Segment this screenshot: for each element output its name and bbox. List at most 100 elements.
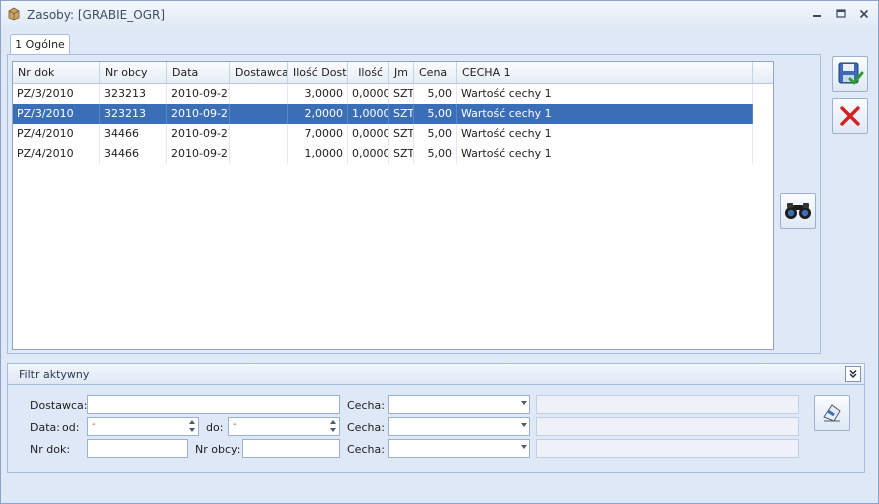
col-nr-dok[interactable]: Nr dok (13, 62, 100, 84)
title-bar[interactable]: Zasoby: [GRABIE_OGR] (1, 1, 878, 29)
chevron-down-icon (521, 401, 527, 405)
date-from-input[interactable]: - (87, 417, 199, 436)
cell-data: 2010-09-27 (167, 144, 230, 164)
cecha-label-1: Cecha: (347, 399, 385, 412)
cell-cena: 5,00 (414, 104, 457, 124)
nr-obcy-input[interactable] (242, 439, 340, 458)
cecha-select-1[interactable] (388, 395, 530, 414)
cell-nr-obcy: 323213 (100, 84, 167, 104)
chevron-down-icon (521, 423, 527, 427)
filter-title: Filtr aktywny (19, 368, 90, 381)
cell-nr-dok: PZ/3/2010 (13, 104, 100, 124)
cell-dostawca (230, 144, 288, 164)
close-button[interactable] (854, 5, 874, 23)
cell-ilosc: 0,0000 (348, 84, 389, 104)
col-jm[interactable]: Jm (389, 62, 414, 84)
nr-dok-label: Nr dok: (30, 443, 71, 456)
nr-dok-input[interactable] (87, 439, 188, 458)
tab-label: 1 Ogólne (15, 38, 65, 51)
minimize-button[interactable] (807, 5, 827, 23)
col-cena[interactable]: Cena (414, 62, 457, 84)
dostawca-label: Dostawca: (30, 399, 88, 412)
cell-jm: SZT (389, 104, 414, 124)
cell-nr-obcy: 323213 (100, 104, 167, 124)
table-row[interactable]: PZ/4/2010 34466 2010-09-27 1,0000 0,0000… (13, 144, 753, 164)
cell-cena: 5,00 (414, 144, 457, 164)
cell-ilosc-dost: 2,0000 (288, 104, 348, 124)
filter-panel: Dostawca: Data: od: - do: - Nr dok: Nr o… (7, 385, 865, 473)
cecha-select-3[interactable] (388, 439, 530, 458)
cell-data: 2010-09-27 (167, 124, 230, 144)
search-button[interactable] (780, 193, 816, 229)
filter-header[interactable]: Filtr aktywny (7, 363, 865, 385)
cell-cecha-1: Wartość cechy 1 (457, 124, 753, 144)
maximize-button[interactable] (831, 5, 851, 23)
cell-nr-dok: PZ/3/2010 (13, 84, 100, 104)
cell-nr-obcy: 34466 (100, 144, 167, 164)
date-to-spinner[interactable] (329, 419, 338, 434)
cecha-value-field-3 (536, 439, 799, 458)
date-to-input[interactable]: - (228, 417, 340, 436)
cell-jm: SZT (389, 124, 414, 144)
minimize-icon (813, 15, 821, 17)
cell-dostawca (230, 84, 288, 104)
do-label: do: (206, 421, 224, 434)
table-row[interactable]: PZ/3/2010 323213 2010-09-27 3,0000 0,000… (13, 84, 753, 104)
date-to-value: - (233, 419, 237, 430)
table-row[interactable]: PZ/4/2010 34466 2010-09-27 7,0000 0,0000… (13, 124, 753, 144)
cell-data: 2010-09-27 (167, 104, 230, 124)
clear-filter-button[interactable] (814, 395, 850, 431)
cell-cena: 5,00 (414, 84, 457, 104)
cell-dostawca (230, 104, 288, 124)
cell-dostawca (230, 124, 288, 144)
tab-ogolne[interactable]: 1 Ogólne (10, 34, 70, 55)
save-icon (838, 62, 864, 85)
cell-nr-dok: PZ/4/2010 (13, 124, 100, 144)
cell-ilosc: 1,0000 (348, 104, 389, 124)
binoculars-icon (785, 203, 811, 219)
cell-cena: 5,00 (414, 124, 457, 144)
col-cecha-1[interactable]: CECHA 1 (457, 62, 753, 84)
col-dostawca[interactable]: Dostawca (230, 62, 288, 84)
cell-ilosc: 0,0000 (348, 124, 389, 144)
cell-ilosc-dost: 7,0000 (288, 124, 348, 144)
eraser-icon (823, 404, 841, 422)
chevron-down-icon (521, 445, 527, 449)
window-title: Zasoby: [GRABIE_OGR] (27, 8, 166, 22)
cell-ilosc-dost: 3,0000 (288, 84, 348, 104)
col-ilosc[interactable]: Ilość (348, 62, 389, 84)
col-ilosc-dost[interactable]: Ilość Dost (288, 62, 348, 84)
collapse-filter-button[interactable] (845, 366, 861, 382)
cell-ilosc-dost: 1,0000 (288, 144, 348, 164)
cell-jm: SZT (389, 144, 414, 164)
cecha-value-field-2 (536, 417, 799, 436)
cell-cecha-1: Wartość cechy 1 (457, 144, 753, 164)
cecha-label-2: Cecha: (347, 421, 385, 434)
nr-obcy-label: Nr obcy: (195, 443, 241, 456)
cell-data: 2010-09-27 (167, 84, 230, 104)
close-icon (859, 9, 869, 19)
cell-jm: SZT (389, 84, 414, 104)
cell-cecha-1: Wartość cechy 1 (457, 84, 753, 104)
cell-nr-dok: PZ/4/2010 (13, 144, 100, 164)
date-from-spinner[interactable] (188, 419, 197, 434)
app-box-icon (8, 7, 20, 21)
window: Zasoby: [GRABIE_OGR] 1 Ogólne Nr dok Nr … (0, 0, 879, 504)
table-header: Nr dok Nr obcy Data Dostawca Ilość Dost … (13, 62, 773, 84)
cecha-value-field-1 (536, 395, 799, 414)
cecha-label-3: Cecha: (347, 443, 385, 456)
cecha-select-2[interactable] (388, 417, 530, 436)
save-button[interactable] (832, 56, 868, 92)
dostawca-input[interactable] (87, 395, 340, 414)
col-nr-obcy[interactable]: Nr obcy (100, 62, 167, 84)
cell-cecha-1: Wartość cechy 1 (457, 104, 753, 124)
cancel-icon (840, 106, 860, 126)
cancel-button[interactable] (832, 98, 868, 134)
od-label: od: (62, 421, 80, 434)
col-data[interactable]: Data (167, 62, 230, 84)
chevron-double-down-icon (849, 369, 857, 379)
table-row-selected[interactable]: PZ/3/2010 323213 2010-09-27 2,0000 1,000… (13, 104, 753, 124)
cell-ilosc: 0,0000 (348, 144, 389, 164)
maximize-icon (836, 9, 846, 18)
resources-table[interactable]: Nr dok Nr obcy Data Dostawca Ilość Dost … (12, 61, 774, 350)
